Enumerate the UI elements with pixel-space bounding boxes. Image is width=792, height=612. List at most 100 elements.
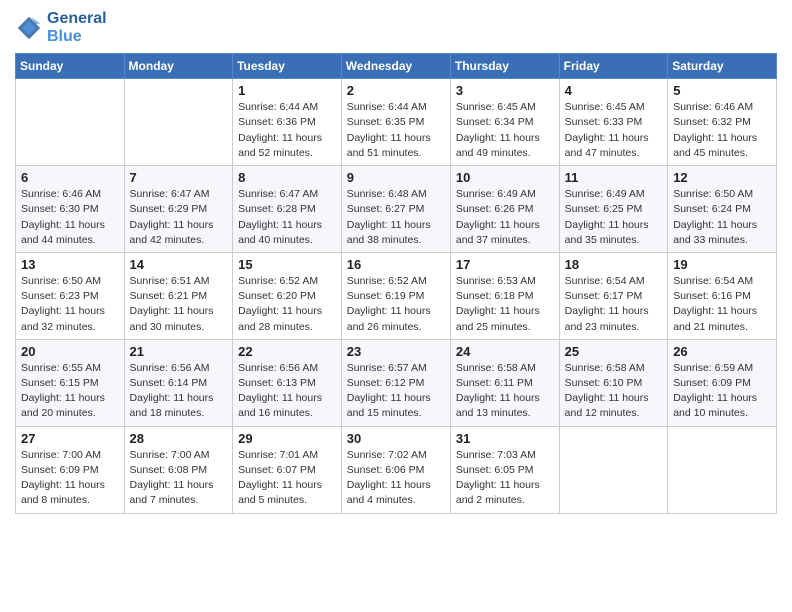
weekday-header: Friday: [559, 54, 668, 79]
calendar-cell: 25 Sunrise: 6:58 AM Sunset: 6:10 PM Dayli…: [559, 339, 668, 426]
calendar-cell: 21 Sunrise: 6:56 AM Sunset: 6:14 PM Dayli…: [124, 339, 233, 426]
weekday-header: Tuesday: [233, 54, 342, 79]
weekday-header: Wednesday: [341, 54, 450, 79]
day-number: 22: [238, 344, 336, 359]
day-info: Sunrise: 7:03 AM Sunset: 6:05 PM Dayligh…: [456, 448, 554, 509]
day-number: 10: [456, 170, 554, 185]
logo-text: General Blue: [47, 10, 107, 45]
calendar-cell: 18 Sunrise: 6:54 AM Sunset: 6:17 PM Dayli…: [559, 252, 668, 339]
day-info: Sunrise: 7:02 AM Sunset: 6:06 PM Dayligh…: [347, 448, 445, 509]
calendar-cell: 13Sunrise: 6:50 AM Sunset: 6:23 PM Dayli…: [16, 252, 125, 339]
day-info: Sunrise: 6:49 AM Sunset: 6:25 PM Dayligh…: [565, 187, 663, 248]
calendar-cell: 20 Sunrise: 6:55 AM Sunset: 6:15 PM Dayli…: [16, 339, 125, 426]
calendar-cell: 5 Sunrise: 6:46 AM Sunset: 6:32 PM Daylig…: [668, 79, 777, 166]
day-number: 25: [565, 344, 663, 359]
calendar-cell: 23 Sunrise: 6:57 AM Sunset: 6:12 PM Dayli…: [341, 339, 450, 426]
calendar-cell: 28 Sunrise: 7:00 AM Sunset: 6:08 PM Dayli…: [124, 426, 233, 513]
day-number: 15: [238, 257, 336, 272]
calendar-cell: [16, 79, 125, 166]
day-info: Sunrise: 6:54 AM Sunset: 6:17 PM Dayligh…: [565, 274, 663, 335]
day-info: Sunrise: 6:45 AM Sunset: 6:34 PM Dayligh…: [456, 100, 554, 161]
day-number: 20: [21, 344, 119, 359]
day-number: 28: [130, 431, 228, 446]
calendar-cell: 10 Sunrise: 6:49 AM Sunset: 6:26 PM Dayli…: [450, 166, 559, 253]
day-number: 31: [456, 431, 554, 446]
day-number: 4: [565, 83, 663, 98]
day-info: Sunrise: 6:52 AM Sunset: 6:19 PM Dayligh…: [347, 274, 445, 335]
calendar-cell: 14Sunrise: 6:51 AM Sunset: 6:21 PM Dayli…: [124, 252, 233, 339]
calendar-cell: 1Sunrise: 6:44 AM Sunset: 6:36 PM Daylig…: [233, 79, 342, 166]
calendar-cell: 16 Sunrise: 6:52 AM Sunset: 6:19 PM Dayli…: [341, 252, 450, 339]
day-number: 13: [21, 257, 119, 272]
calendar-cell: 30 Sunrise: 7:02 AM Sunset: 6:06 PM Dayli…: [341, 426, 450, 513]
day-info: Sunrise: 6:56 AM Sunset: 6:13 PM Dayligh…: [238, 361, 336, 422]
day-info: Sunrise: 6:52 AM Sunset: 6:20 PM Dayligh…: [238, 274, 336, 335]
day-number: 3: [456, 83, 554, 98]
day-number: 7: [130, 170, 228, 185]
day-info: Sunrise: 6:49 AM Sunset: 6:26 PM Dayligh…: [456, 187, 554, 248]
calendar-table: SundayMondayTuesdayWednesdayThursdayFrid…: [15, 53, 777, 513]
logo: General Blue: [15, 10, 107, 45]
calendar-cell: 9Sunrise: 6:48 AM Sunset: 6:27 PM Daylig…: [341, 166, 450, 253]
day-number: 24: [456, 344, 554, 359]
day-info: Sunrise: 6:53 AM Sunset: 6:18 PM Dayligh…: [456, 274, 554, 335]
day-number: 2: [347, 83, 445, 98]
day-info: Sunrise: 6:46 AM Sunset: 6:30 PM Dayligh…: [21, 187, 119, 248]
day-info: Sunrise: 6:56 AM Sunset: 6:14 PM Dayligh…: [130, 361, 228, 422]
day-info: Sunrise: 6:47 AM Sunset: 6:28 PM Dayligh…: [238, 187, 336, 248]
day-info: Sunrise: 6:57 AM Sunset: 6:12 PM Dayligh…: [347, 361, 445, 422]
day-number: 19: [673, 257, 771, 272]
day-number: 27: [21, 431, 119, 446]
day-number: 16: [347, 257, 445, 272]
day-number: 30: [347, 431, 445, 446]
calendar-cell: [559, 426, 668, 513]
weekday-header: Monday: [124, 54, 233, 79]
day-info: Sunrise: 6:45 AM Sunset: 6:33 PM Dayligh…: [565, 100, 663, 161]
day-info: Sunrise: 6:48 AM Sunset: 6:27 PM Dayligh…: [347, 187, 445, 248]
day-info: Sunrise: 6:47 AM Sunset: 6:29 PM Dayligh…: [130, 187, 228, 248]
calendar-week-row: 27 Sunrise: 7:00 AM Sunset: 6:09 PM Dayli…: [16, 426, 777, 513]
calendar-cell: 3 Sunrise: 6:45 AM Sunset: 6:34 PM Daylig…: [450, 79, 559, 166]
page-header: General Blue: [15, 10, 777, 45]
day-number: 6: [21, 170, 119, 185]
day-info: Sunrise: 6:51 AM Sunset: 6:21 PM Dayligh…: [130, 274, 228, 335]
weekday-header: Thursday: [450, 54, 559, 79]
logo-icon: [15, 14, 43, 42]
day-info: Sunrise: 6:58 AM Sunset: 6:10 PM Dayligh…: [565, 361, 663, 422]
calendar-cell: [124, 79, 233, 166]
calendar-week-row: 20 Sunrise: 6:55 AM Sunset: 6:15 PM Dayli…: [16, 339, 777, 426]
calendar-cell: 17Sunrise: 6:53 AM Sunset: 6:18 PM Dayli…: [450, 252, 559, 339]
day-number: 23: [347, 344, 445, 359]
calendar-cell: 7 Sunrise: 6:47 AM Sunset: 6:29 PM Daylig…: [124, 166, 233, 253]
day-number: 8: [238, 170, 336, 185]
calendar-week-row: 13Sunrise: 6:50 AM Sunset: 6:23 PM Dayli…: [16, 252, 777, 339]
calendar-header-row: SundayMondayTuesdayWednesdayThursdayFrid…: [16, 54, 777, 79]
calendar-cell: 15 Sunrise: 6:52 AM Sunset: 6:20 PM Dayli…: [233, 252, 342, 339]
day-number: 29: [238, 431, 336, 446]
calendar-cell: 12Sunrise: 6:50 AM Sunset: 6:24 PM Dayli…: [668, 166, 777, 253]
calendar-cell: 6 Sunrise: 6:46 AM Sunset: 6:30 PM Daylig…: [16, 166, 125, 253]
day-info: Sunrise: 7:00 AM Sunset: 6:09 PM Dayligh…: [21, 448, 119, 509]
day-info: Sunrise: 6:54 AM Sunset: 6:16 PM Dayligh…: [673, 274, 771, 335]
day-number: 5: [673, 83, 771, 98]
calendar-week-row: 6 Sunrise: 6:46 AM Sunset: 6:30 PM Daylig…: [16, 166, 777, 253]
day-info: Sunrise: 6:46 AM Sunset: 6:32 PM Dayligh…: [673, 100, 771, 161]
calendar-cell: 4 Sunrise: 6:45 AM Sunset: 6:33 PM Daylig…: [559, 79, 668, 166]
day-info: Sunrise: 7:00 AM Sunset: 6:08 PM Dayligh…: [130, 448, 228, 509]
calendar-cell: [668, 426, 777, 513]
day-number: 11: [565, 170, 663, 185]
calendar-cell: 8 Sunrise: 6:47 AM Sunset: 6:28 PM Daylig…: [233, 166, 342, 253]
calendar-cell: 24 Sunrise: 6:58 AM Sunset: 6:11 PM Dayli…: [450, 339, 559, 426]
day-number: 18: [565, 257, 663, 272]
calendar-cell: 29Sunrise: 7:01 AM Sunset: 6:07 PM Dayli…: [233, 426, 342, 513]
calendar-cell: 11 Sunrise: 6:49 AM Sunset: 6:25 PM Dayli…: [559, 166, 668, 253]
calendar-cell: 2Sunrise: 6:44 AM Sunset: 6:35 PM Daylig…: [341, 79, 450, 166]
day-info: Sunrise: 6:58 AM Sunset: 6:11 PM Dayligh…: [456, 361, 554, 422]
day-number: 21: [130, 344, 228, 359]
calendar-cell: 19 Sunrise: 6:54 AM Sunset: 6:16 PM Dayli…: [668, 252, 777, 339]
calendar-cell: 26Sunrise: 6:59 AM Sunset: 6:09 PM Dayli…: [668, 339, 777, 426]
calendar-cell: 27 Sunrise: 7:00 AM Sunset: 6:09 PM Dayli…: [16, 426, 125, 513]
weekday-header: Saturday: [668, 54, 777, 79]
day-number: 26: [673, 344, 771, 359]
day-info: Sunrise: 6:55 AM Sunset: 6:15 PM Dayligh…: [21, 361, 119, 422]
